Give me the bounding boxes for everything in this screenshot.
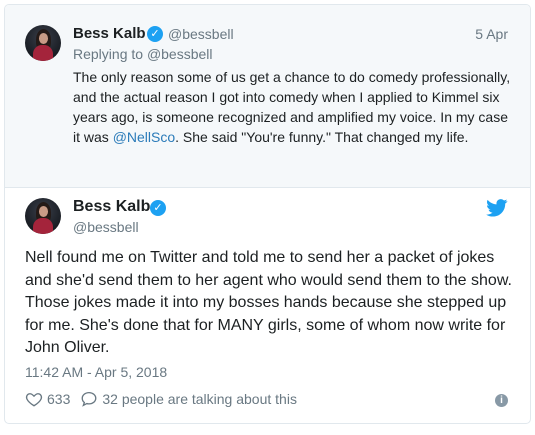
author-name[interactable]: Bess Kalb <box>73 198 150 216</box>
tweet-text-part: . She said "You're funny." That changed … <box>175 129 469 145</box>
like-count[interactable]: 633 <box>47 391 70 407</box>
verified-badge-icon: ✓ <box>147 26 163 42</box>
avatar[interactable] <box>25 25 61 61</box>
info-icon[interactable]: i <box>495 394 508 407</box>
tweet-timestamp[interactable]: 11:42 AM - Apr 5, 2018 <box>25 364 167 380</box>
verified-badge-icon: ✓ <box>150 200 166 216</box>
tweet-date[interactable]: 5 Apr <box>475 26 508 42</box>
replying-to-handle[interactable]: @bessbell <box>147 46 213 62</box>
replying-to-line: Replying to @bessbell <box>73 46 213 62</box>
conversation-count[interactable]: 32 people are talking about this <box>102 391 297 407</box>
embedded-tweet-card: Bess Kalb ✓ @bessbell 5 Apr Replying to … <box>4 4 531 424</box>
replying-to-label: Replying to <box>73 46 144 62</box>
twitter-bird-icon[interactable] <box>486 199 508 217</box>
author-name[interactable]: Bess Kalb <box>73 25 146 42</box>
tweet-actions: 633 32 people are talking about this <box>25 390 297 408</box>
parent-tweet[interactable]: Bess Kalb ✓ @bessbell 5 Apr Replying to … <box>5 5 530 188</box>
author-handle[interactable]: @bessbell <box>73 219 139 235</box>
heart-icon[interactable] <box>25 390 43 408</box>
mention-link[interactable]: @NellSco <box>113 129 175 145</box>
parent-tweet-text: The only reason some of us get a chance … <box>73 67 513 147</box>
avatar[interactable] <box>25 198 61 234</box>
speech-bubble-icon[interactable] <box>80 390 98 408</box>
tweet-text: Nell found me on Twitter and told me to … <box>25 249 512 356</box>
author-handle[interactable]: @bessbell <box>168 26 234 42</box>
